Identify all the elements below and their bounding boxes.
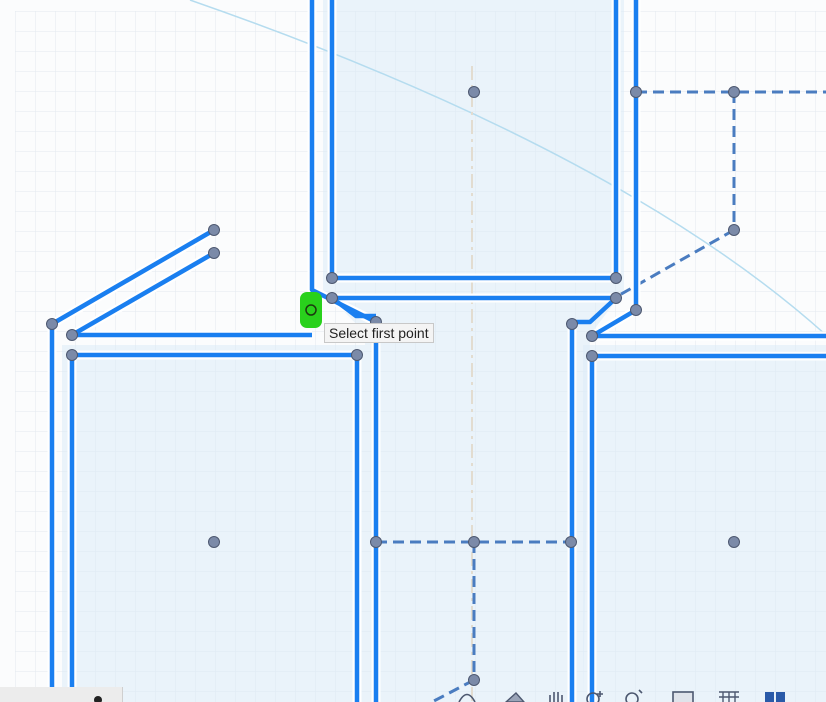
fit-icon[interactable]	[620, 689, 646, 702]
viewports-icon[interactable]	[762, 689, 788, 702]
look-at-icon[interactable]	[502, 689, 528, 702]
zoom-icon[interactable]	[582, 689, 608, 702]
grid-settings-icon[interactable]	[716, 689, 742, 702]
display-settings-icon[interactable]	[670, 689, 696, 702]
navigation-bar-dot-icon	[94, 696, 102, 702]
orbit-icon[interactable]	[454, 689, 480, 702]
navigation-bar-left-panel	[0, 687, 123, 702]
sketch-canvas[interactable]	[0, 0, 826, 702]
tooltip: Select first point	[324, 323, 434, 343]
navigation-bar	[0, 687, 826, 702]
pan-icon[interactable]	[544, 689, 570, 702]
point-snap-cursor-icon	[300, 292, 322, 328]
